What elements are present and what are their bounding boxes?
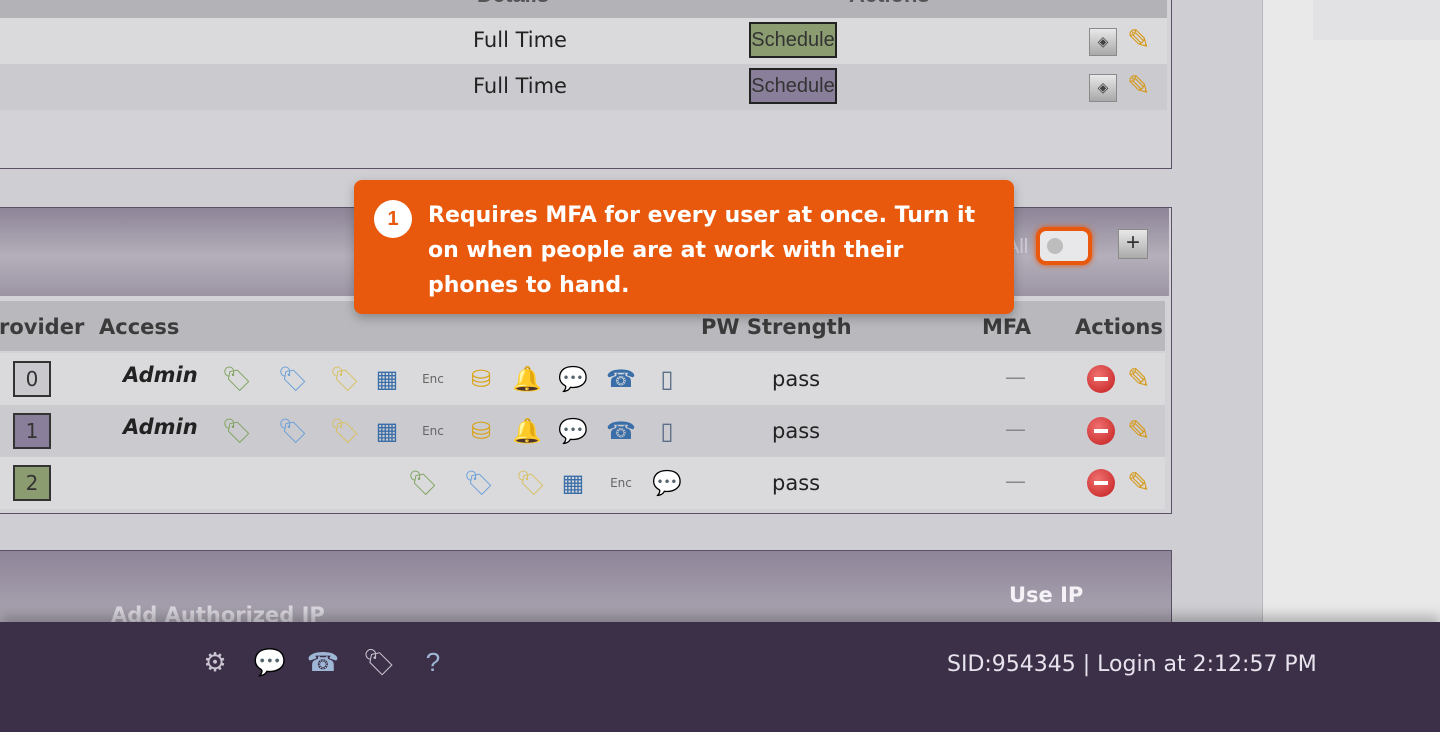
tag-yellow-icon[interactable]: 🏷: [329, 417, 361, 445]
phone-icon[interactable]: ☎: [605, 417, 637, 445]
table-row: 2 🏷 🏷 🏷 ▦ Enc 💬 pass — ✎: [0, 457, 1165, 509]
col-actions: Actions: [1075, 315, 1163, 339]
tooltip-text: Requires MFA for every user at once. Tur…: [428, 203, 976, 298]
edit-pencil-icon[interactable]: ✎: [1127, 365, 1150, 393]
schedule-table-header: Details Actions: [0, 0, 1167, 18]
mobile-icon[interactable]: ▯: [651, 365, 683, 393]
row-details: Full Time: [473, 28, 567, 52]
mfa-value: —: [1005, 469, 1026, 493]
col-provider: rovider: [0, 315, 85, 339]
edit-pencil-icon[interactable]: ✎: [1127, 72, 1150, 100]
calendar-icon[interactable]: ▦: [371, 417, 403, 445]
col-pw-strength: PW Strength: [701, 315, 852, 339]
mobile-icon[interactable]: ▯: [651, 417, 683, 445]
mfa-value: —: [1005, 365, 1026, 389]
tag-blue-icon[interactable]: 🏷: [277, 417, 309, 445]
coins-icon[interactable]: ⛁: [465, 417, 497, 445]
delete-icon[interactable]: [1087, 417, 1115, 445]
calendar-icon[interactable]: ▦: [557, 469, 589, 497]
schedule-button[interactable]: Schedule: [749, 22, 837, 58]
access-level: Admin: [123, 363, 198, 387]
access-level: Admin: [123, 415, 198, 439]
toggle-knob: [1047, 238, 1063, 254]
table-row: 1 Admin 🏷 🏷 🏷 ▦ Enc ⛁ 🔔 💬 ☎ ▯ pass — ✎: [0, 405, 1165, 457]
bell-icon[interactable]: 🔔: [511, 365, 543, 393]
view-button[interactable]: ◈: [1089, 28, 1117, 56]
tag-blue-icon[interactable]: 🏷: [463, 469, 495, 497]
pw-strength-value: pass: [772, 367, 821, 391]
pw-strength-value: pass: [772, 471, 821, 495]
phone-icon[interactable]: ☎: [605, 365, 637, 393]
diamond-icon: ◈: [1097, 80, 1109, 96]
row-details: Full Time: [473, 74, 567, 98]
provider-badge[interactable]: 2: [13, 465, 51, 501]
col-access: Access: [99, 315, 180, 339]
table-row: Full Time Schedule ◈ ✎: [0, 64, 1167, 110]
edit-pencil-icon[interactable]: ✎: [1127, 26, 1150, 54]
tag-blue-icon[interactable]: 🏷: [277, 365, 309, 393]
delete-icon[interactable]: [1087, 365, 1115, 393]
step-number: 1: [374, 200, 412, 238]
bell-icon[interactable]: 🔔: [511, 417, 543, 445]
chat-icon[interactable]: 💬: [253, 648, 287, 676]
enc-icon[interactable]: Enc: [417, 417, 449, 445]
enc-icon[interactable]: Enc: [605, 469, 637, 497]
provider-badge[interactable]: 1: [13, 413, 51, 449]
tag-yellow-icon[interactable]: 🏷: [515, 469, 547, 497]
view-button[interactable]: ◈: [1089, 74, 1117, 102]
diamond-icon: ◈: [1097, 34, 1109, 50]
calendar-icon[interactable]: ▦: [371, 365, 403, 393]
add-user-button[interactable]: +: [1118, 229, 1148, 259]
chat-icon[interactable]: 💬: [651, 469, 683, 497]
mfa-value: —: [1005, 417, 1026, 441]
mfa-all-toggle[interactable]: [1036, 227, 1092, 265]
tag-green-icon[interactable]: 🏷: [407, 469, 439, 497]
chat-icon[interactable]: 💬: [557, 417, 589, 445]
tag-icon[interactable]: 🏷: [362, 648, 396, 676]
edit-pencil-icon[interactable]: ✎: [1127, 469, 1150, 497]
tag-yellow-icon[interactable]: 🏷: [329, 365, 361, 393]
phone-icon[interactable]: ☎: [306, 648, 340, 676]
delete-icon[interactable]: [1087, 469, 1115, 497]
enc-icon[interactable]: Enc: [417, 365, 449, 393]
chat-icon[interactable]: 💬: [557, 365, 589, 393]
schedule-button[interactable]: Schedule: [749, 68, 837, 104]
tag-green-icon[interactable]: 🏷: [221, 417, 253, 445]
pw-strength-value: pass: [772, 419, 821, 443]
session-status: SID:954345 | Login at 2:12:57 PM: [947, 652, 1317, 677]
schedule-panel: Details Actions Full Time Schedule ◈ ✎ F…: [0, 0, 1172, 169]
gear-icon[interactable]: ⚙: [198, 648, 232, 676]
col-details: Details: [477, 0, 549, 8]
footer-bar: ⚙ 💬 ☎ 🏷 ? SID:954345 | Login at 2:12:57 …: [0, 622, 1440, 732]
help-icon[interactable]: ?: [416, 648, 450, 676]
col-actions: Actions: [849, 0, 930, 8]
onboarding-tooltip: 1 Requires MFA for every user at once. T…: [354, 180, 1014, 314]
provider-badge[interactable]: 0: [13, 361, 51, 397]
table-row: Full Time Schedule ◈ ✎: [0, 18, 1167, 64]
tag-green-icon[interactable]: 🏷: [221, 365, 253, 393]
use-ip-label: Use IP: [1009, 583, 1084, 607]
table-row: 0 Admin 🏷 🏷 🏷 ▦ Enc ⛁ 🔔 💬 ☎ ▯ pass — ✎: [0, 353, 1165, 405]
col-mfa: MFA: [982, 315, 1032, 339]
edit-pencil-icon[interactable]: ✎: [1127, 417, 1150, 445]
coins-icon[interactable]: ⛁: [465, 365, 497, 393]
